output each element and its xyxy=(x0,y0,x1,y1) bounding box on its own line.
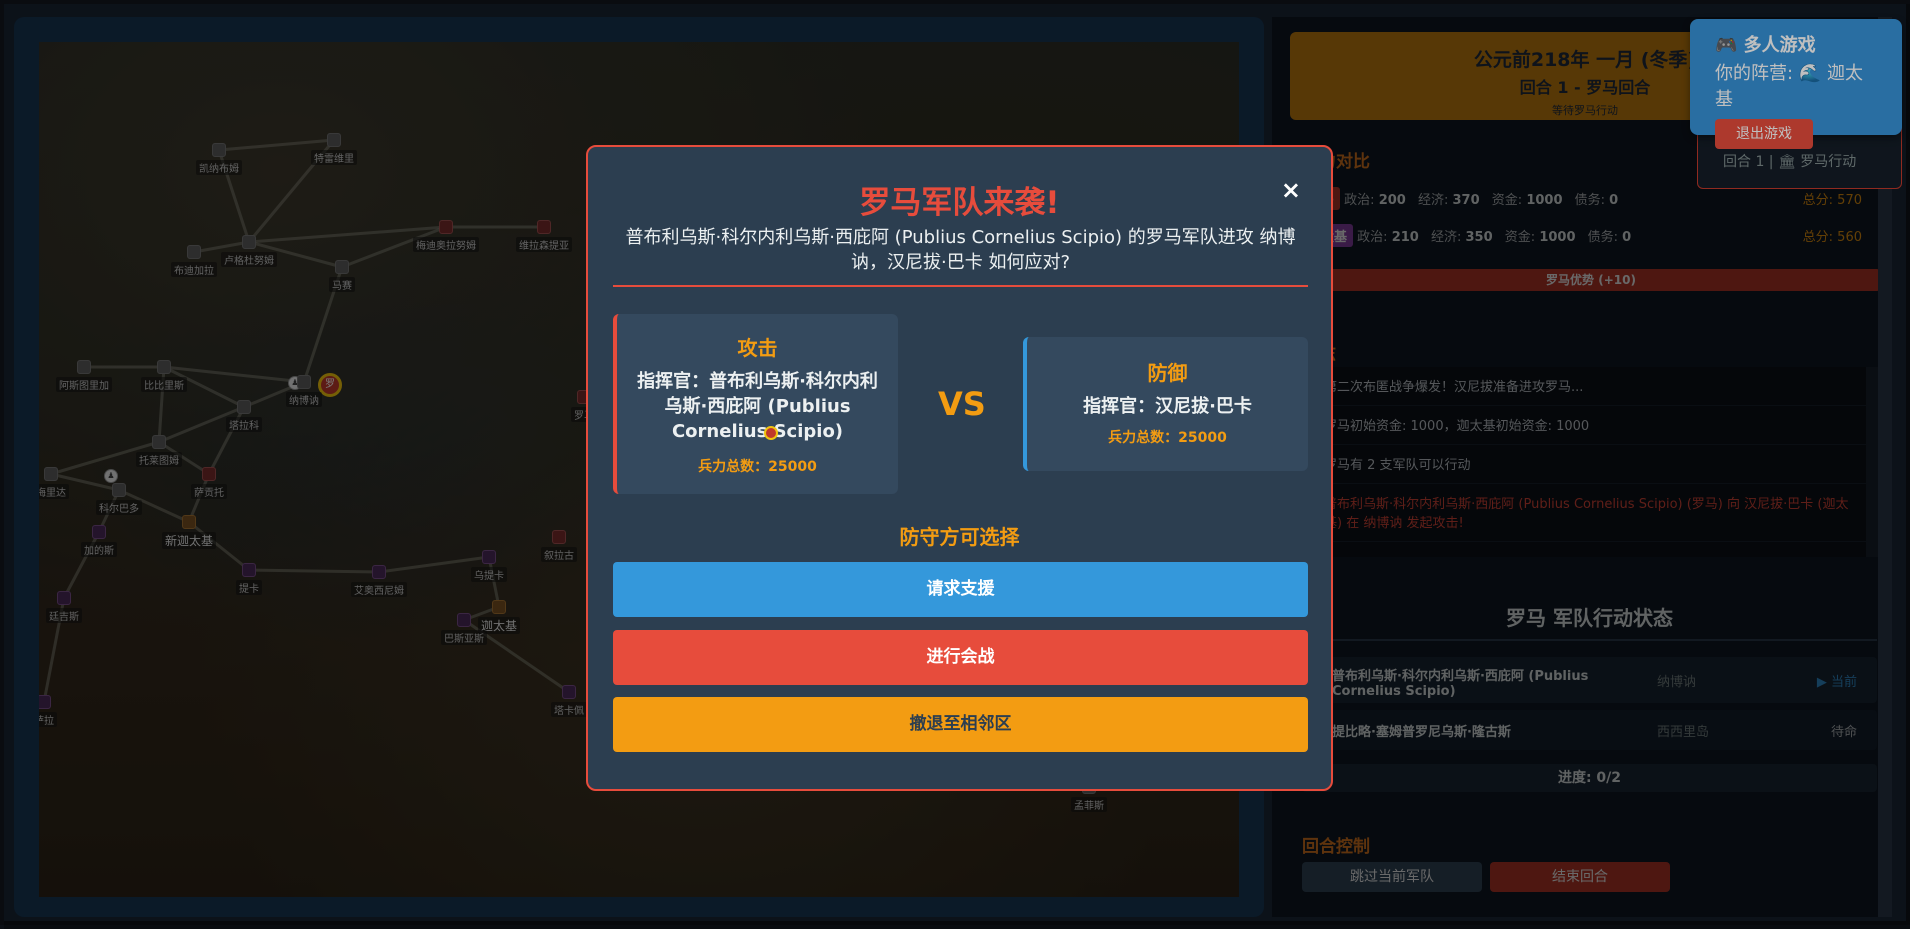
defender-troops: 兵力总数：25000 xyxy=(1108,430,1227,446)
divider xyxy=(613,285,1308,287)
dialog-description: 普布利乌斯·科尔内利乌斯·西庇阿 (Publius Cornelius Scip… xyxy=(625,227,1296,273)
defender-heading: 防御 xyxy=(1147,361,1188,385)
defender-commander: 指挥官：汉尼拔·巴卡 xyxy=(1083,396,1252,417)
attacker-troops: 兵力总数：25000 xyxy=(698,459,817,475)
game-window: 罗 ♟ ♟ 凯纳布姆 特雷维里 布迪加拉 卢格杜努姆 马赛 梅迪奥拉努姆 维拉森提亚 阿斯图里… xyxy=(0,0,1910,929)
defender-options-label: 防守方可选择 xyxy=(899,525,1020,549)
dialog-title: 罗马军队来袭! xyxy=(859,185,1060,221)
fight-battle-button[interactable]: 进行会战 xyxy=(613,630,1308,685)
attacker-army-icon xyxy=(764,426,778,440)
defender-card: 防御 指挥官：汉尼拔·巴卡 兵力总数：25000 xyxy=(1023,337,1308,471)
attacker-heading: 攻击 xyxy=(737,336,778,360)
request-support-button[interactable]: 请求支援 xyxy=(613,562,1308,617)
vs-label: VS xyxy=(938,385,986,423)
retreat-button[interactable]: 撤退至相邻区 xyxy=(613,697,1308,752)
attacker-card: 攻击 指挥官：普布利乌斯·科尔内利乌斯·西庇阿 (Publius Corneli… xyxy=(613,314,898,494)
invasion-dialog: × 罗马军队来袭! 普布利乌斯·科尔内利乌斯·西庇阿 (Publius Corn… xyxy=(586,145,1333,791)
attacker-commander: 指挥官：普布利乌斯·科尔内利乌斯·西庇阿 (Publius Cornelius … xyxy=(637,371,878,442)
